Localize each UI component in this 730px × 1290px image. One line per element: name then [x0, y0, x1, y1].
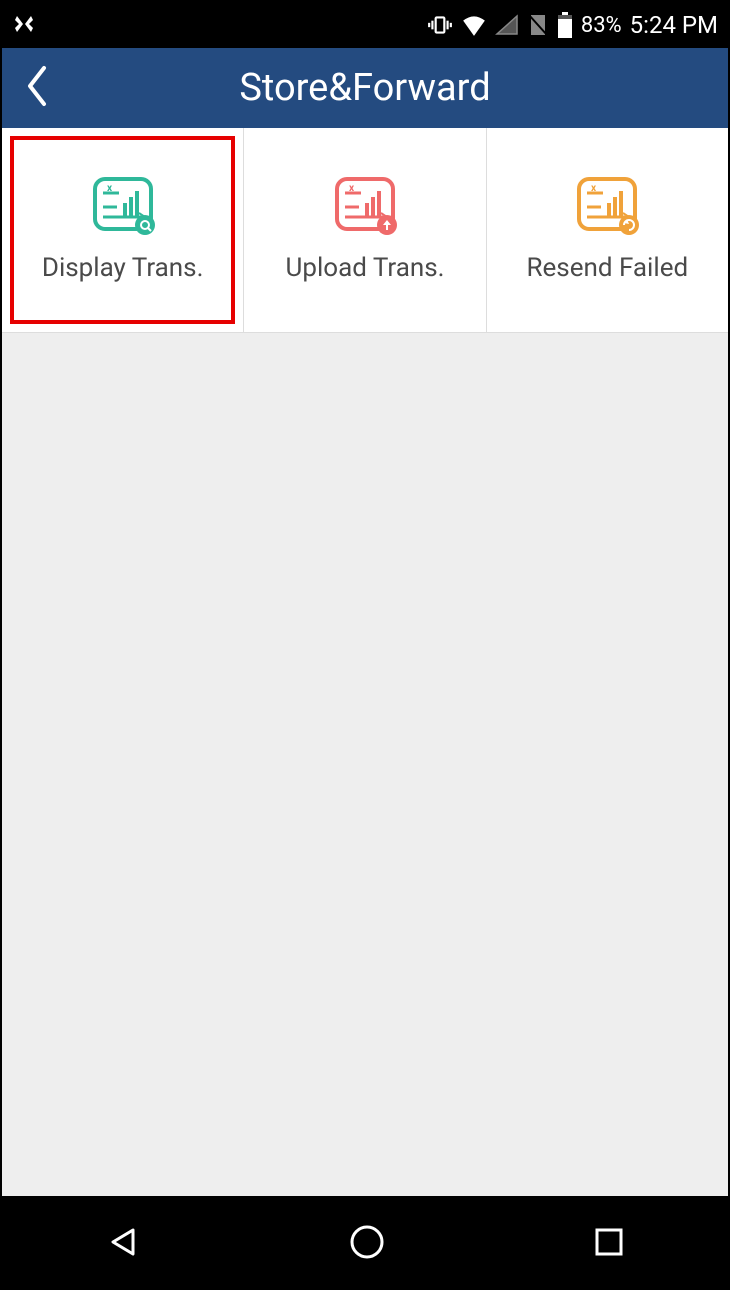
- back-button[interactable]: [24, 64, 50, 112]
- circle-home-icon: [348, 1223, 386, 1261]
- status-right-icons: 83% 5:24 PM: [427, 11, 718, 39]
- page-title: Store&Forward: [2, 66, 728, 110]
- display-trans-icon: x: [89, 177, 157, 235]
- tile-resend-failed[interactable]: x Resend Failed: [487, 128, 728, 332]
- chevron-left-icon: [24, 64, 50, 108]
- navigation-bar: [2, 1196, 728, 1288]
- wifi-icon: [461, 14, 487, 36]
- signal-empty-icon: [495, 14, 519, 36]
- status-time: 5:24 PM: [630, 11, 718, 39]
- app-header: Store&Forward: [2, 48, 728, 128]
- resend-failed-icon: x: [573, 177, 641, 235]
- no-sim-icon: [527, 13, 549, 37]
- upload-trans-icon: x: [331, 177, 399, 235]
- status-bar: 83% 5:24 PM: [2, 2, 728, 48]
- tile-upload-trans[interactable]: x Upload Trans.: [244, 128, 486, 332]
- tile-row: x Display Trans. x: [2, 128, 728, 333]
- nav-recent-button[interactable]: [593, 1226, 625, 1258]
- nav-back-button[interactable]: [105, 1224, 141, 1260]
- triangle-back-icon: [105, 1224, 141, 1260]
- tile-label: Upload Trans.: [285, 253, 444, 283]
- battery-percent: 83%: [581, 13, 622, 38]
- content-area: x Display Trans. x: [2, 128, 728, 1196]
- butterfly-icon: [12, 13, 36, 37]
- square-recent-icon: [593, 1226, 625, 1258]
- tile-label: Display Trans.: [42, 253, 204, 283]
- tile-display-trans[interactable]: x Display Trans.: [2, 128, 244, 332]
- status-left-icons: [12, 13, 36, 37]
- vibrate-icon: [427, 12, 453, 38]
- nav-home-button[interactable]: [348, 1223, 386, 1261]
- battery-icon: [557, 12, 573, 38]
- tile-label: Resend Failed: [526, 253, 688, 283]
